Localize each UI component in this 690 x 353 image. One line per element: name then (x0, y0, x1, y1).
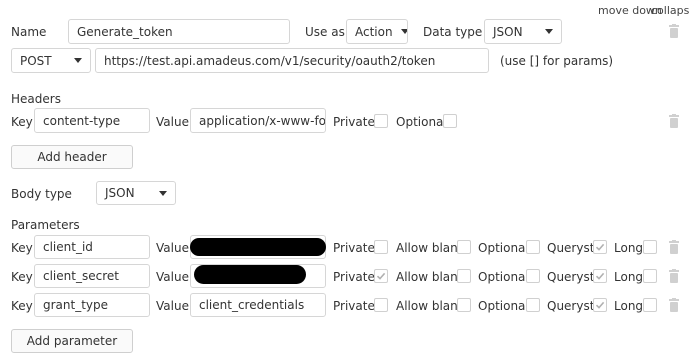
param-value-label: Value (156, 299, 189, 313)
headers-title: Headers (11, 92, 61, 106)
add-parameter-label: Add parameter (26, 334, 118, 348)
header-key-input[interactable]: content-type (34, 108, 150, 133)
param-private-checkbox[interactable] (374, 298, 388, 312)
call-name-input[interactable]: Generate_token (68, 19, 290, 44)
body-type-dropdown[interactable]: JSON (96, 181, 176, 205)
data-type-value: JSON (493, 24, 523, 39)
header-value-value: application/x-www-form-u (199, 113, 326, 128)
method-value: POST (20, 53, 52, 68)
header-key-value: content-type (43, 113, 121, 128)
param-key-value: client_id (43, 240, 93, 254)
trash-icon[interactable] (668, 114, 680, 128)
header-optional-checkbox[interactable] (443, 114, 457, 128)
param-key-label: Key (11, 299, 33, 313)
param-value-label: Value (156, 270, 189, 284)
param-queryst-checkbox[interactable] (593, 240, 607, 254)
trash-icon[interactable] (668, 298, 680, 312)
param-key-input[interactable]: client_id (34, 235, 150, 259)
use-as-value: Action (355, 24, 393, 39)
data-type-label: Data type (423, 25, 483, 39)
url-input[interactable]: https://test.api.amadeus.com/v1/security… (95, 48, 489, 73)
check-icon (376, 272, 386, 280)
param-value-input[interactable]: client_credentials (190, 293, 326, 317)
chevron-down-icon (545, 29, 553, 34)
param-optional-label: Optional (478, 270, 529, 284)
header-optional-label: Optional (396, 115, 447, 129)
header-value-label: Value (156, 115, 189, 129)
param-optional-checkbox[interactable] (526, 240, 540, 254)
param-allow-blank-checkbox[interactable] (457, 240, 471, 254)
header-value-input[interactable]: application/x-www-form-u (190, 108, 326, 133)
check-icon (595, 272, 605, 280)
param-allow-blank-label: Allow blank (396, 270, 465, 284)
body-type-value: JSON (105, 186, 135, 200)
header-private-label: Private (333, 115, 375, 129)
data-type-dropdown[interactable]: JSON (484, 19, 562, 44)
trash-icon[interactable] (668, 240, 680, 254)
param-key-label: Key (11, 270, 33, 284)
param-value-label: Value (156, 241, 189, 255)
param-long-checkbox[interactable] (643, 240, 657, 254)
param-long-checkbox[interactable] (643, 269, 657, 283)
param-key-value: client_secret (43, 269, 119, 283)
param-key-value: grant_type (43, 298, 109, 312)
param-allow-blank-label: Allow blank (396, 299, 465, 313)
call-name-value: Generate_token (77, 24, 173, 39)
url-value: https://test.api.amadeus.com/v1/security… (104, 53, 436, 68)
chevron-down-icon (400, 29, 407, 34)
use-as-dropdown[interactable]: Action (346, 19, 408, 44)
check-icon (595, 301, 605, 309)
check-icon (595, 243, 605, 251)
parameters-title: Parameters (11, 218, 80, 232)
chevron-down-icon (74, 58, 82, 63)
param-queryst-label: Queryst. (547, 299, 599, 313)
param-queryst-checkbox[interactable] (593, 298, 607, 312)
param-queryst-label: Queryst. (547, 270, 599, 284)
param-key-input[interactable]: client_secret (34, 264, 150, 288)
param-optional-label: Optional (478, 299, 529, 313)
param-queryst-label: Queryst. (547, 241, 599, 255)
param-long-label: Long (614, 241, 644, 255)
param-optional-checkbox[interactable] (526, 298, 540, 312)
param-optional-label: Optional (478, 241, 529, 255)
body-type-label: Body type (11, 187, 72, 201)
param-long-checkbox[interactable] (643, 298, 657, 312)
name-label: Name (11, 25, 47, 39)
param-long-label: Long (614, 270, 644, 284)
collapse-link[interactable]: collapse (651, 4, 690, 17)
param-queryst-checkbox[interactable] (593, 269, 607, 283)
param-private-label: Private (333, 270, 375, 284)
add-parameter-button[interactable]: Add parameter (11, 329, 133, 353)
method-dropdown[interactable]: POST (11, 48, 91, 73)
add-header-button[interactable]: Add header (11, 145, 133, 169)
param-allow-blank-checkbox[interactable] (457, 269, 471, 283)
use-as-label: Use as (305, 25, 345, 39)
param-private-checkbox[interactable] (374, 240, 388, 254)
param-value-value: client_credentials (199, 298, 305, 312)
header-key-label: Key (11, 115, 33, 129)
add-header-label: Add header (37, 150, 107, 164)
param-optional-checkbox[interactable] (526, 269, 540, 283)
param-private-checkbox[interactable] (374, 269, 388, 283)
param-private-label: Private (333, 299, 375, 313)
param-private-label: Private (333, 241, 375, 255)
param-key-input[interactable]: grant_type (34, 293, 150, 317)
param-long-label: Long (614, 299, 644, 313)
redaction-mark (190, 238, 326, 256)
redaction-mark (194, 265, 306, 284)
header-private-checkbox[interactable] (374, 114, 388, 128)
trash-icon[interactable] (668, 269, 680, 283)
url-hint: (use [] for params) (500, 54, 614, 68)
trash-icon[interactable] (668, 24, 680, 38)
param-key-label: Key (11, 241, 33, 255)
param-allow-blank-label: Allow blank (396, 241, 465, 255)
param-allow-blank-checkbox[interactable] (457, 298, 471, 312)
chevron-down-icon (159, 190, 167, 196)
